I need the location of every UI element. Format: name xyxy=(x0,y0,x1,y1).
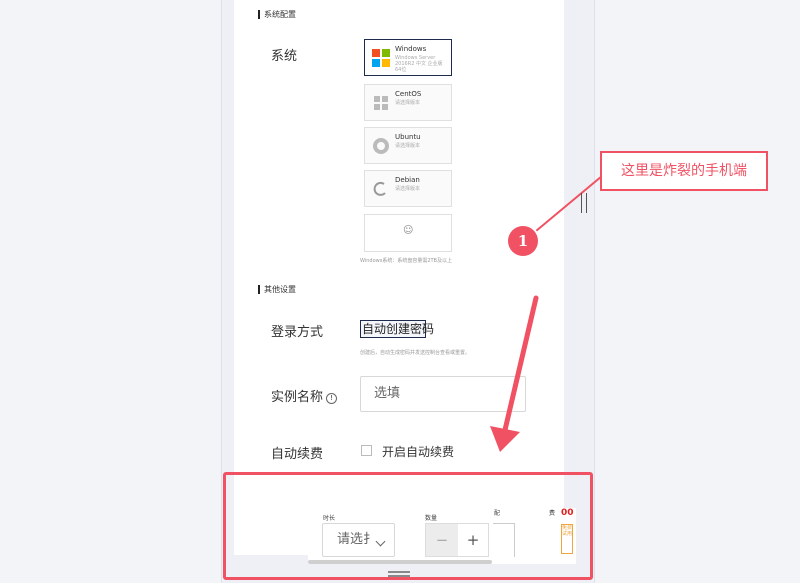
os-desc: Windows Server 2016R2 中文 企业版 64位 xyxy=(395,55,443,73)
section-title-system-config: 系统配置 xyxy=(258,10,296,19)
ubuntu-icon xyxy=(373,138,389,154)
os-desc: 请选择版本 xyxy=(395,143,421,149)
os-name: Debian xyxy=(395,176,420,184)
os-card-windows[interactable]: Windows Windows Server 2016R2 中文 企业版 64位 xyxy=(364,39,452,76)
label-instance-name-text: 实例名称 xyxy=(271,390,324,405)
windows-icon xyxy=(372,49,390,67)
os-desc: 请选择版本 xyxy=(395,186,421,192)
label-instance-name: 实例名称! xyxy=(271,386,338,405)
highlight-box xyxy=(223,472,593,580)
auto-create-password-button[interactable]: 自动创建密码 xyxy=(360,320,434,338)
os-name: CentOS xyxy=(395,90,422,98)
os-name: Ubuntu xyxy=(395,133,421,141)
login-hint: 创建后，自动生成密码并发送控制台查看或重置。 xyxy=(360,350,471,356)
annotation-callout: 这里是炸裂的手机端 xyxy=(600,151,768,191)
label-login-method: 登录方式 xyxy=(271,325,324,340)
info-icon[interactable]: ! xyxy=(326,393,338,404)
os-card-ubuntu[interactable]: Ubuntu 请选择版本 xyxy=(364,127,452,164)
debian-icon xyxy=(373,181,386,196)
os-card-debian[interactable]: Debian 请选择版本 xyxy=(364,170,452,207)
centos-icon xyxy=(374,96,388,110)
os-desc: 请选择版本 xyxy=(395,100,421,106)
os-name: Windows xyxy=(395,45,427,53)
auto-renew-checkbox[interactable] xyxy=(361,445,372,456)
auto-renew-checkbox-label: 开启自动续费 xyxy=(382,445,455,459)
label-auto-renew: 自动续费 xyxy=(271,447,324,462)
label-system: 系统 xyxy=(271,49,298,64)
resize-handle-icon[interactable] xyxy=(581,193,587,213)
os-hint: Windows系统：系统盘容量需2TB及以上 xyxy=(360,258,452,264)
annotation-badge: 1 xyxy=(508,226,538,256)
instance-name-input[interactable]: 选填 xyxy=(360,376,526,412)
os-card-more[interactable]: ☺ xyxy=(364,214,452,252)
section-title-other-settings: 其他设置 xyxy=(258,285,296,294)
os-card-centos[interactable]: CentOS 请选择版本 xyxy=(364,84,452,121)
more-os-icon: ☺ xyxy=(403,225,414,236)
